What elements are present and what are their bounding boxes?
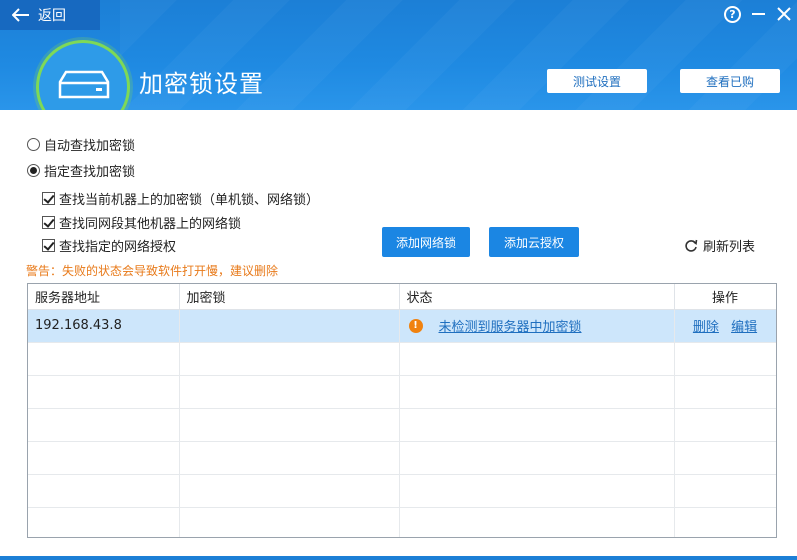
- find-specified-license-checkbox[interactable]: 查找指定的网络授权: [42, 236, 176, 255]
- table-row: [28, 474, 776, 508]
- refresh-list-button[interactable]: 刷新列表: [684, 236, 755, 255]
- checkbox-label: 查找指定的网络授权: [59, 240, 177, 255]
- bottom-border: [0, 556, 797, 560]
- close-icon[interactable]: [776, 6, 792, 22]
- table-row: [28, 441, 776, 475]
- column-header-lock: 加密锁: [179, 284, 400, 310]
- warning-text: 警告：失败的状态会导致软件打开慢，建议删除: [26, 264, 279, 278]
- refresh-label: 刷新列表: [703, 240, 756, 255]
- auto-find-radio[interactable]: [27, 138, 40, 151]
- page-title: 加密锁设置: [139, 70, 264, 98]
- column-header-status: 状态: [399, 284, 675, 310]
- find-local-lock-checkbox[interactable]: 查找当前机器上的加密锁（单机锁、网络锁）: [42, 189, 319, 208]
- specified-find-label: 指定查找加密锁: [44, 165, 136, 180]
- checkbox-mark[interactable]: [42, 216, 55, 229]
- minimize-icon[interactable]: [752, 13, 765, 15]
- table-row: [28, 375, 776, 409]
- header-bar: 返回 ? 加密锁设置 测试设置 查看已购: [0, 0, 797, 110]
- specified-find-radio[interactable]: [27, 164, 40, 177]
- find-subnet-lock-checkbox[interactable]: 查找同网段其他机器上的网络锁: [42, 213, 241, 232]
- specified-find-option[interactable]: 指定查找加密锁: [27, 161, 135, 180]
- refresh-icon: [685, 239, 698, 252]
- column-header-actions: 操作: [674, 284, 776, 310]
- edit-link[interactable]: 编辑: [731, 320, 757, 335]
- add-network-lock-button[interactable]: 添加网络锁: [382, 227, 470, 257]
- delete-link[interactable]: 删除: [693, 320, 719, 335]
- add-cloud-license-button[interactable]: 添加云授权: [489, 227, 579, 257]
- auto-find-label: 自动查找加密锁: [44, 139, 136, 154]
- column-header-server: 服务器地址: [28, 284, 180, 310]
- table-row: [28, 408, 776, 442]
- checkbox-mark[interactable]: [42, 192, 55, 205]
- checkbox-label: 查找当前机器上的加密锁（单机锁、网络锁）: [59, 193, 320, 208]
- test-settings-button[interactable]: 测试设置: [547, 69, 647, 93]
- table-row[interactable]: 192.168.43.8 ! 未检测到服务器中加密锁 删除 编辑: [28, 309, 776, 343]
- view-purchased-button[interactable]: 查看已购: [680, 69, 780, 93]
- table-header-row: 服务器地址 加密锁 状态 操作: [28, 284, 776, 310]
- checkbox-mark[interactable]: [42, 239, 55, 252]
- server-address-cell: 192.168.43.8: [28, 309, 180, 343]
- status-cell: ! 未检测到服务器中加密锁: [399, 309, 675, 343]
- status-link[interactable]: 未检测到服务器中加密锁: [439, 316, 582, 335]
- dongle-icon: [58, 70, 110, 99]
- checkbox-label: 查找同网段其他机器上的网络锁: [59, 217, 242, 232]
- back-arrow-icon: [12, 8, 29, 22]
- actions-cell: 删除 编辑: [674, 309, 776, 343]
- back-button[interactable]: 返回: [0, 0, 100, 30]
- warning-icon: !: [408, 318, 423, 333]
- table-row: [28, 507, 776, 537]
- auto-find-option[interactable]: 自动查找加密锁: [27, 135, 135, 154]
- lock-cell: [179, 309, 400, 343]
- server-table: 服务器地址 加密锁 状态 操作 192.168.43.8 ! 未检测到服务器中加…: [27, 283, 777, 538]
- back-label: 返回: [38, 8, 66, 24]
- table-row: [28, 342, 776, 376]
- help-icon[interactable]: ?: [724, 6, 741, 23]
